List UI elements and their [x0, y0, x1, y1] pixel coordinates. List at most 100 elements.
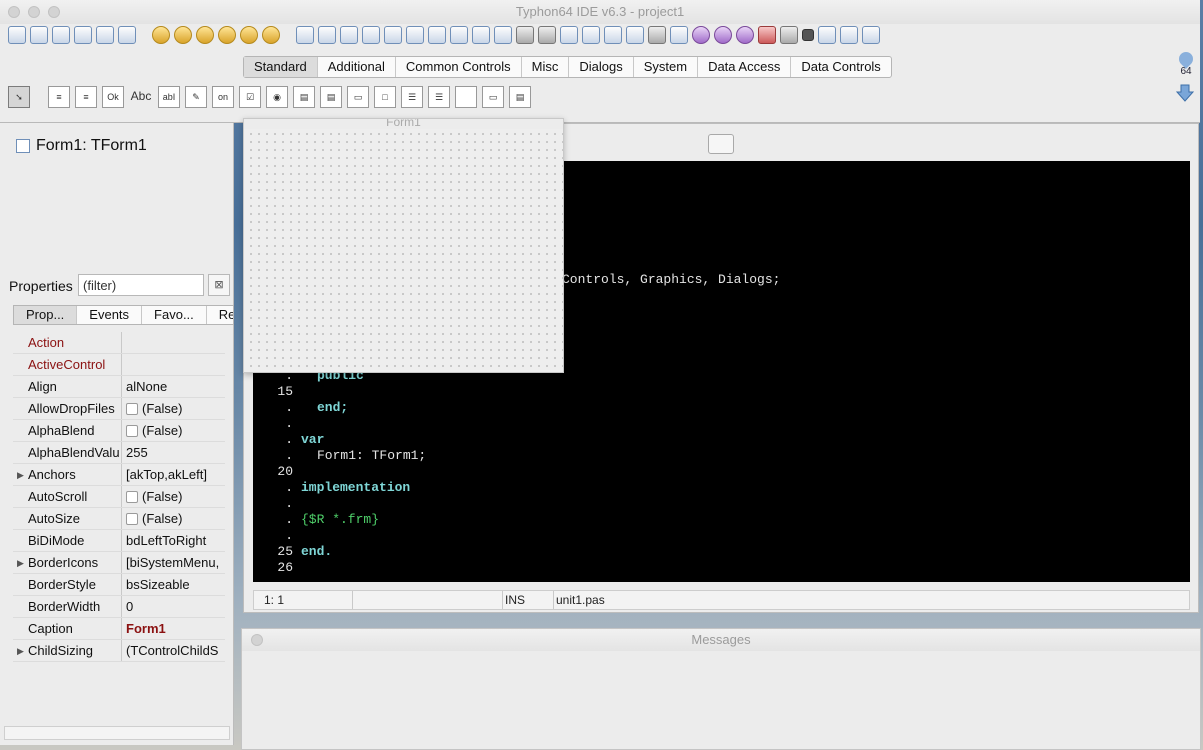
- open-icon[interactable]: [74, 26, 92, 44]
- tab-restricted[interactable]: Res: [207, 306, 233, 324]
- scrollbar-component-icon[interactable]: ▭: [347, 86, 369, 108]
- property-value[interactable]: [akTop,akLeft]: [122, 464, 225, 485]
- code-line[interactable]: {$R *.frm}: [301, 512, 379, 528]
- pause-icon[interactable]: [780, 26, 798, 44]
- property-row[interactable]: ▶ Anchors [akTop,akLeft]: [13, 464, 225, 486]
- property-value[interactable]: (False): [122, 486, 225, 507]
- main-menu-component-icon[interactable]: ≡: [48, 86, 70, 108]
- combobox-component-icon[interactable]: ▤: [320, 86, 342, 108]
- property-value[interactable]: Form1: [122, 618, 225, 639]
- property-value[interactable]: [122, 354, 225, 375]
- property-value[interactable]: [biSystemMenu,: [122, 552, 225, 573]
- editor-tab-handle[interactable]: [708, 134, 734, 154]
- property-value[interactable]: [122, 332, 225, 353]
- package-install-icon[interactable]: [218, 26, 236, 44]
- close-window-button[interactable]: [8, 6, 20, 18]
- objects-icon[interactable]: [428, 26, 446, 44]
- package-save-icon[interactable]: [196, 26, 214, 44]
- property-row[interactable]: AutoScroll (False): [13, 486, 225, 508]
- property-value[interactable]: 255: [122, 442, 225, 463]
- tab-common-controls[interactable]: Common Controls: [396, 57, 522, 77]
- form-designer[interactable]: Form1: [243, 118, 564, 373]
- project-tree-icon[interactable]: [604, 26, 622, 44]
- tab-favorites[interactable]: Favo...: [142, 306, 207, 324]
- checkbox[interactable]: [126, 402, 138, 415]
- checkbox[interactable]: [126, 512, 138, 525]
- build-icon[interactable]: [714, 26, 732, 44]
- wave-icon[interactable]: [626, 26, 644, 44]
- property-row[interactable]: BiDiMode bdLeftToRight: [13, 530, 225, 552]
- property-value[interactable]: (TControlChildS: [122, 640, 225, 661]
- project-inspector-icon[interactable]: [560, 26, 578, 44]
- button-component-icon[interactable]: Ok: [102, 86, 124, 108]
- stop-icon[interactable]: [802, 29, 814, 41]
- binoculars-icon[interactable]: [516, 26, 534, 44]
- component-tree-item[interactable]: Form1: TForm1: [16, 137, 147, 155]
- property-row[interactable]: ActiveControl: [13, 354, 225, 376]
- tab-dialogs[interactable]: Dialogs: [569, 57, 634, 77]
- build-modes-icon[interactable]: [670, 26, 688, 44]
- property-row[interactable]: ▶ BorderIcons [biSystemMenu,: [13, 552, 225, 574]
- radiogroup-component-icon[interactable]: ☰: [401, 86, 423, 108]
- code-line[interactable]: Form1: TForm1;: [317, 448, 426, 464]
- tab-events[interactable]: Events: [77, 306, 143, 324]
- property-row[interactable]: BorderStyle bsSizeable: [13, 574, 225, 596]
- property-value[interactable]: (False): [122, 420, 225, 441]
- property-row[interactable]: BorderWidth 0: [13, 596, 225, 618]
- checkbox[interactable]: [126, 490, 138, 503]
- tab-data-access[interactable]: Data Access: [698, 57, 792, 77]
- package-build-icon[interactable]: [262, 26, 280, 44]
- clear-filter-icon[interactable]: ⊠: [208, 274, 230, 296]
- property-value[interactable]: (False): [122, 508, 225, 529]
- code-line[interactable]: implementation: [301, 480, 410, 496]
- package-open-icon[interactable]: [174, 26, 192, 44]
- forms-icon[interactable]: [472, 26, 490, 44]
- minimize-window-button[interactable]: [28, 6, 40, 18]
- checkbox-component-icon[interactable]: ☑: [239, 86, 261, 108]
- project-options-icon[interactable]: [582, 26, 600, 44]
- tab-misc[interactable]: Misc: [522, 57, 570, 77]
- expand-icon[interactable]: ▶: [13, 552, 28, 573]
- property-row[interactable]: AlphaBlend (False): [13, 420, 225, 442]
- property-value[interactable]: (False): [122, 398, 225, 419]
- package-new-icon[interactable]: [152, 26, 170, 44]
- open-recent-icon[interactable]: [96, 26, 114, 44]
- pointer-tool-icon[interactable]: ➘: [8, 86, 30, 108]
- groupbox-component-icon[interactable]: □: [374, 86, 396, 108]
- components-icon[interactable]: [406, 26, 424, 44]
- arrow-down-icon[interactable]: [1176, 84, 1194, 102]
- view-dropdown-icon[interactable]: [296, 26, 314, 44]
- new-file-icon[interactable]: [8, 26, 26, 44]
- frame-component-icon[interactable]: ▭: [482, 86, 504, 108]
- save-all-icon[interactable]: [340, 26, 358, 44]
- property-value[interactable]: bdLeftToRight: [122, 530, 225, 551]
- new-form-icon[interactable]: [30, 26, 48, 44]
- property-row[interactable]: AlphaBlendValu 255: [13, 442, 225, 464]
- step-out-icon[interactable]: [862, 26, 880, 44]
- tab-system[interactable]: System: [634, 57, 699, 77]
- property-value[interactable]: bsSizeable: [122, 574, 225, 595]
- popup-menu-component-icon[interactable]: ≡: [75, 86, 97, 108]
- panel-component-icon[interactable]: [455, 86, 477, 108]
- property-row[interactable]: ▶ ChildSizing (TControlChildS: [13, 640, 225, 662]
- toggle-form-icon[interactable]: [494, 26, 512, 44]
- maximize-window-button[interactable]: [48, 6, 60, 18]
- step-into-icon[interactable]: [818, 26, 836, 44]
- edit-component-icon[interactable]: abI: [158, 86, 180, 108]
- listbox-component-icon[interactable]: ▤: [293, 86, 315, 108]
- label-component-icon[interactable]: Abc: [129, 86, 153, 108]
- actionlist-component-icon[interactable]: ▤: [509, 86, 531, 108]
- run-icon[interactable]: [736, 26, 754, 44]
- property-value[interactable]: 0: [122, 596, 225, 617]
- tab-standard[interactable]: Standard: [244, 57, 318, 77]
- expand-icon[interactable]: ▶: [13, 464, 28, 485]
- step-over-icon[interactable]: [840, 26, 858, 44]
- property-filter-input[interactable]: (filter): [78, 274, 204, 296]
- property-value[interactable]: alNone: [122, 376, 225, 397]
- expand-icon[interactable]: ▶: [13, 640, 28, 661]
- copy-icon[interactable]: [362, 26, 380, 44]
- wrench-icon[interactable]: [648, 26, 666, 44]
- tab-additional[interactable]: Additional: [318, 57, 396, 77]
- edit-icon[interactable]: [384, 26, 402, 44]
- units-icon[interactable]: [450, 26, 468, 44]
